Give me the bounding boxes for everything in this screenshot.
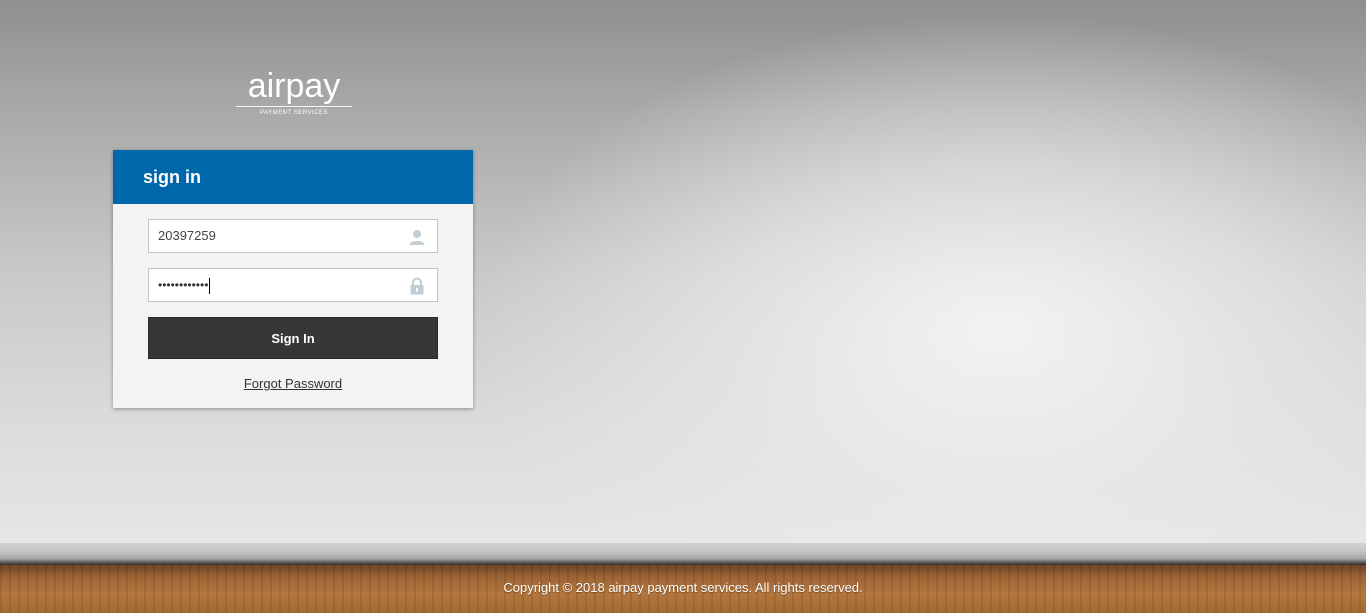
- copyright-text: Copyright © 2018 airpay payment services…: [503, 580, 863, 595]
- logo-divider: [236, 106, 352, 107]
- password-field[interactable]: ••••••••••••: [148, 268, 438, 302]
- logo-wordmark: airpay: [247, 67, 341, 105]
- password-value: ••••••••••••: [158, 269, 211, 301]
- user-icon: [408, 228, 426, 246]
- sign-in-panel: sign in 20397259 •••••••••••• Sign In Fo…: [113, 150, 473, 408]
- forgot-password-link[interactable]: Forgot Password: [113, 376, 473, 391]
- sign-in-header: sign in: [113, 150, 473, 204]
- sign-in-button[interactable]: Sign In: [148, 317, 438, 359]
- login-page: airpay PAYMENT SERVICES sign in 20397259…: [0, 0, 1366, 613]
- text-caret: [209, 277, 211, 294]
- logo-subtitle: PAYMENT SERVICES: [260, 110, 328, 116]
- lock-icon: [408, 277, 426, 295]
- username-field[interactable]: 20397259: [148, 219, 438, 253]
- username-value: 20397259: [158, 228, 216, 243]
- wall-baseboard: [0, 543, 1366, 565]
- airpay-logo: airpay PAYMENT SERVICES: [233, 68, 355, 117]
- password-mask: ••••••••••••: [158, 278, 209, 292]
